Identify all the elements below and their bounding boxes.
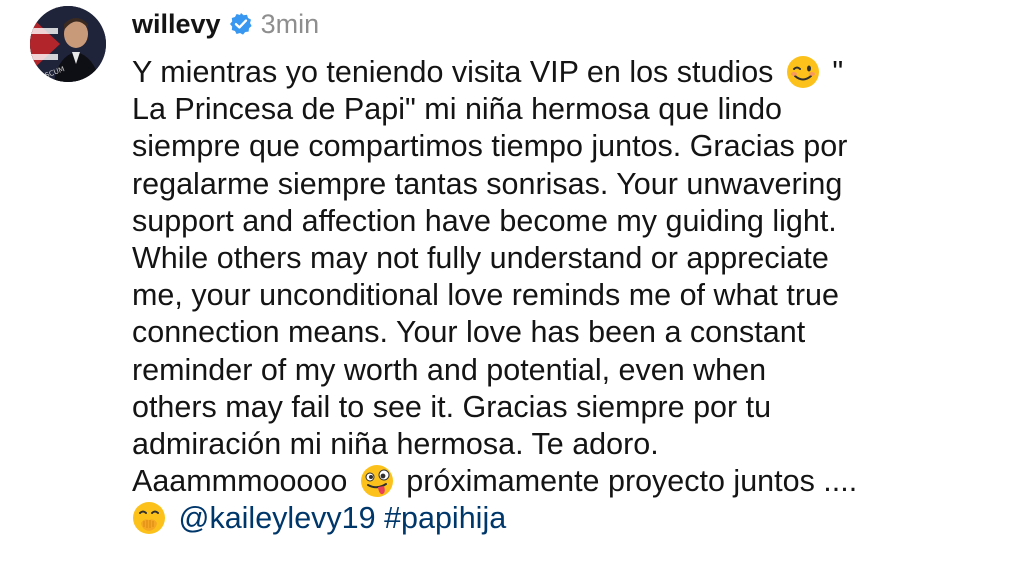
caption-line: siempre que compartimos tiempo juntos. G…: [132, 129, 848, 164]
caption-line-text: próximamente proyecto juntos ....: [397, 464, 858, 499]
post-timestamp: 3min: [260, 8, 320, 39]
user-mention-link[interactable]: @kaileylevy19: [178, 501, 375, 535]
post-header: willevy 3min: [132, 4, 319, 44]
profile-photo: NOSCUM: [30, 6, 106, 82]
username-link[interactable]: willevy: [132, 9, 221, 40]
caption-line: me, your unconditional love reminds me o…: [132, 278, 839, 313]
caption-line: admiración mi niña hermosa. Te adoro.: [132, 426, 659, 461]
caption-line: La Princesa de Papi" mi niña hermosa que…: [132, 92, 783, 127]
caption-line: Aaammmooooo próximamente proyecto juntos…: [132, 463, 1002, 500]
hashtag-link[interactable]: #papihija: [384, 501, 506, 535]
caption-line: support and affection have become my gui…: [132, 203, 837, 238]
avatar[interactable]: NOSCUM: [30, 6, 106, 82]
caption-line-text: Y mientras yo teniendo visita VIP en los…: [132, 55, 782, 89]
caption-line: regalarme siempre tantas sonrisas. Your …: [132, 166, 843, 201]
caption-line: While others may not fully understand or…: [132, 240, 829, 275]
caption-line-text: ": [823, 55, 844, 89]
caption-line: others may fail to see it. Gracias siemp…: [132, 389, 772, 424]
verified-badge-icon: [229, 12, 253, 36]
caption-line-text: Aaammmooooo: [132, 464, 356, 499]
caption-line: Y mientras yo teniendo visita VIP en los…: [132, 54, 1002, 91]
caption-line: reminder of my worth and potential, even…: [132, 352, 767, 387]
caption-text: Y mientras yo teniendo visita VIP en los…: [132, 54, 1002, 537]
zany-face-emoji-icon: [360, 464, 394, 498]
winking-face-emoji-icon: [786, 55, 820, 89]
caption-line: connection means. Your love has been a c…: [132, 315, 806, 350]
caption-line: @kaileylevy19 #papihija: [132, 500, 1002, 537]
face-with-hand-over-mouth-emoji-icon: [132, 501, 166, 535]
